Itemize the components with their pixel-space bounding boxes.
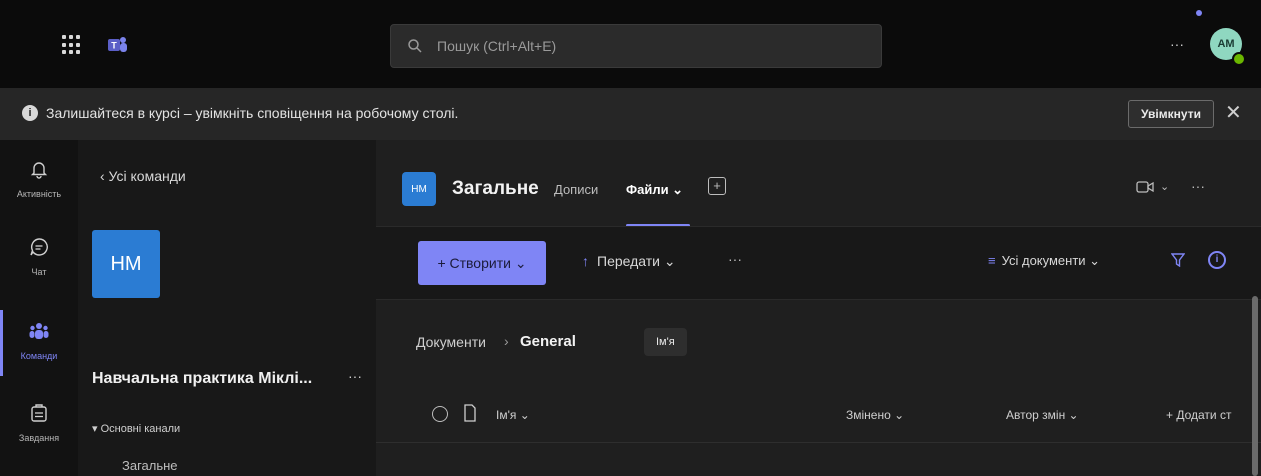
column-modified[interactable]: Змінено ⌄	[846, 408, 904, 422]
view-label: Усі документи ⌄	[1001, 253, 1101, 268]
team-more-button[interactable]: ···	[348, 368, 362, 384]
bell-icon	[30, 162, 48, 179]
channel-title: Загальне	[452, 178, 539, 199]
assignments-icon	[31, 404, 47, 422]
more-options-button[interactable]: ···	[1170, 36, 1184, 52]
search-input[interactable]: Пошук (Ctrl+Alt+E)	[390, 24, 882, 68]
list-view-icon: ≡	[988, 253, 996, 268]
notification-banner: i Залишайтеся в курсі – увімкніть сповіщ…	[0, 88, 1261, 141]
breadcrumb-current: General	[520, 333, 576, 350]
view-selector[interactable]: ≡ Усі документи ⌄	[988, 253, 1100, 269]
channel-avatar: НМ	[402, 172, 436, 206]
teams-logo-icon: T	[108, 37, 127, 52]
toolbar-more-button[interactable]: ···	[728, 251, 742, 267]
team-avatar: НМ	[92, 230, 160, 298]
all-teams-link[interactable]: ‹ Усі команди	[100, 168, 186, 184]
top-bar: T Пошук (Ctrl+Alt+E) ··· AM	[0, 0, 1261, 88]
svg-text:T: T	[111, 41, 117, 51]
teams-icon	[29, 323, 49, 339]
files-toolbar: + Створити ⌄ ↑ Передати ⌄ ··· ≡ Усі докуме…	[376, 226, 1261, 300]
info-icon: i	[22, 105, 38, 121]
upload-icon: ↑	[582, 253, 589, 269]
rail-label: Чат	[31, 267, 47, 277]
chevron-down-icon[interactable]: ⌄	[1160, 180, 1169, 193]
rail-label: Активність	[16, 189, 62, 199]
rail-label: Команди	[20, 351, 58, 361]
notification-dot	[1196, 10, 1202, 16]
team-name[interactable]: Навчальна практика Міклі...	[92, 370, 312, 388]
tab-files[interactable]: Файли ⌄	[626, 182, 683, 198]
app-launcher-icon[interactable]	[62, 35, 82, 55]
chat-icon	[30, 238, 48, 256]
video-call-icon[interactable]	[1136, 180, 1154, 194]
breadcrumb-separator: ›	[504, 333, 509, 349]
rail-item-teams[interactable]: Команди	[0, 320, 78, 361]
scrollbar[interactable]	[1252, 296, 1258, 476]
channel-item-general[interactable]: Загальне	[122, 458, 178, 473]
select-all-radio[interactable]	[432, 406, 448, 422]
add-tab-button[interactable]: +	[708, 177, 726, 195]
rail-item-activity[interactable]: Активність	[0, 158, 78, 199]
app-rail: Активність Чат Команди Завдання	[0, 140, 78, 476]
channel-more-button[interactable]: ···	[1191, 178, 1205, 194]
enable-notifications-button[interactable]: Увімкнути	[1128, 100, 1214, 128]
column-modified-by[interactable]: Автор змін ⌄	[1006, 408, 1079, 422]
add-column-button[interactable]: + Додати ст	[1166, 408, 1231, 422]
presence-status-icon	[1232, 52, 1246, 66]
tooltip: Ім'я	[644, 328, 687, 356]
channel-content: НМ Загальне Дописи Файли ⌄ + ⌄ ··· + Ств…	[376, 140, 1261, 476]
banner-text: Залишайтеся в курсі – увімкніть сповіщен…	[46, 105, 459, 121]
rail-item-chat[interactable]: Чат	[0, 236, 78, 277]
close-icon[interactable]: ✕	[1225, 100, 1242, 125]
search-placeholder: Пошук (Ctrl+Alt+E)	[437, 38, 557, 54]
file-list-header: Ім'я ⌄ Змінено ⌄ Автор змін ⌄ + Додати с…	[376, 390, 1261, 443]
file-type-icon	[464, 404, 476, 422]
filter-icon[interactable]	[1171, 253, 1185, 267]
rail-item-assignments[interactable]: Завдання	[0, 402, 78, 443]
upload-button[interactable]: ↑ Передати ⌄	[582, 253, 676, 270]
breadcrumb-documents[interactable]: Документи	[416, 334, 486, 350]
upload-label: Передати ⌄	[597, 253, 676, 269]
main-channels-header[interactable]: ▾ Основні канали	[92, 422, 180, 435]
info-icon[interactable]: i	[1208, 251, 1226, 269]
rail-label: Завдання	[18, 433, 60, 443]
column-name[interactable]: Ім'я ⌄	[496, 408, 530, 422]
create-button[interactable]: + Створити ⌄	[418, 241, 546, 285]
tab-posts[interactable]: Дописи	[554, 182, 598, 197]
search-icon	[408, 39, 422, 53]
team-pane: ‹ Усі команди НМ Навчальна практика Мікл…	[78, 140, 376, 476]
